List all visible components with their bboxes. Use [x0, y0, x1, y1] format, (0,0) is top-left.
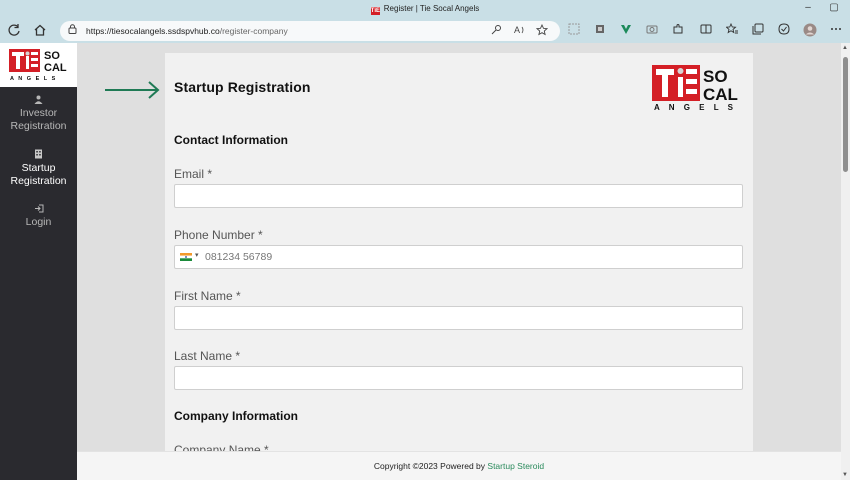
favorite-star-icon[interactable] [535, 23, 549, 39]
arrow-right-icon [105, 81, 160, 99]
contact-information-heading: Contact Information [174, 133, 288, 147]
logo-cal: CAL [44, 62, 67, 74]
logo-large-so: SO [703, 67, 728, 86]
first-name-field[interactable] [174, 306, 743, 330]
phone-field[interactable]: ▾ 081234 56789 [174, 245, 743, 269]
user-icon [0, 95, 77, 106]
sidebar-item-label: Investor Registration [10, 107, 67, 132]
extension-icon-3[interactable] [618, 23, 634, 39]
scroll-down-arrow-icon[interactable]: ▼ [842, 472, 848, 478]
country-dropdown-icon[interactable]: ▾ [195, 251, 199, 259]
email-field[interactable] [174, 184, 743, 208]
collections-icon[interactable] [750, 23, 766, 39]
extension-icon-2[interactable] [592, 23, 608, 39]
more-icon[interactable] [828, 23, 844, 39]
footer: Copyright ©2023 Powered by Startup Stero… [77, 451, 841, 480]
window-title-text: Register | Tie Socal Angels [383, 4, 480, 13]
key-icon[interactable] [490, 24, 502, 39]
last-name-field[interactable] [174, 366, 743, 390]
browser-toolbar: https://tiesocalangels.ssdspvhub.co/regi… [0, 19, 850, 43]
favorites-icon[interactable] [724, 22, 740, 39]
sidebar-item-label: Startup Registration [10, 162, 67, 187]
company-name-label: Company Name * [174, 443, 269, 451]
url-text[interactable]: https://tiesocalangels.ssdspvhub.co/regi… [86, 26, 288, 36]
address-bar[interactable]: https://tiesocalangels.ssdspvhub.co/regi… [60, 21, 560, 41]
url-path: /register-company [219, 26, 288, 36]
url-host: https://tiesocalangels.ssdspvhub.co [86, 26, 220, 36]
puzzle-icon[interactable] [670, 23, 686, 39]
refresh-icon[interactable] [6, 23, 22, 39]
sidebar-item-startup-registration[interactable]: Startup Registration [0, 149, 77, 188]
split-screen-icon[interactable] [698, 23, 714, 39]
last-name-label: Last Name * [174, 349, 241, 363]
read-aloud-icon[interactable]: A [514, 24, 526, 39]
extension-icon-1[interactable] [566, 23, 582, 39]
tab-favicon: TiE [370, 7, 380, 15]
tie-socal-angels-logo: SO CAL A N G E L S [652, 65, 738, 112]
email-label: Email * [174, 167, 213, 181]
browser-essentials-icon[interactable] [776, 23, 792, 39]
scrollbar-thumb[interactable] [843, 57, 848, 172]
home-icon[interactable] [32, 23, 48, 39]
svg-text:A: A [514, 25, 520, 35]
sidebar-item-login[interactable]: Login [0, 204, 77, 229]
logo-angels: A N G E L S [10, 76, 57, 82]
restore-button[interactable]: ▢ [827, 2, 841, 13]
sidebar-item-investor-registration[interactable]: Investor Registration [0, 95, 77, 133]
footer-link[interactable]: Startup Steroid [487, 461, 544, 471]
first-name-label: First Name * [174, 289, 241, 303]
footer-copyright: Copyright ©2023 Powered by [373, 461, 488, 471]
minimize-button[interactable]: – [801, 2, 815, 13]
login-icon [0, 204, 77, 215]
company-information-heading: Company Information [174, 409, 299, 423]
sidebar-logo[interactable]: SO CAL A N G E L S [0, 43, 77, 87]
sidebar: SO CAL A N G E L S Investor Registration… [0, 43, 77, 480]
camera-icon[interactable] [644, 23, 660, 39]
logo-so: SO [44, 50, 60, 62]
registration-form-panel: Startup Registration SO CAL A N G E L S … [165, 53, 753, 451]
phone-placeholder: 081234 56789 [205, 251, 273, 263]
profile-icon[interactable] [802, 23, 818, 39]
window-title: TiE Register | Tie Socal Angels [0, 4, 850, 15]
logo-large-angels: A N G E L S [654, 103, 737, 112]
building-icon [0, 149, 77, 161]
page-title: Startup Registration [174, 79, 311, 95]
lock-icon[interactable] [68, 24, 77, 36]
page-scrollbar[interactable]: ▲ ▼ [841, 43, 850, 480]
logo-large-cal: CAL [703, 85, 738, 104]
india-flag-icon[interactable] [180, 253, 192, 261]
phone-label: Phone Number * [174, 228, 263, 242]
sidebar-item-label: Login [25, 216, 52, 228]
scroll-up-arrow-icon[interactable]: ▲ [842, 45, 848, 51]
window-title-bar: TiE Register | Tie Socal Angels – ▢ [0, 0, 850, 19]
